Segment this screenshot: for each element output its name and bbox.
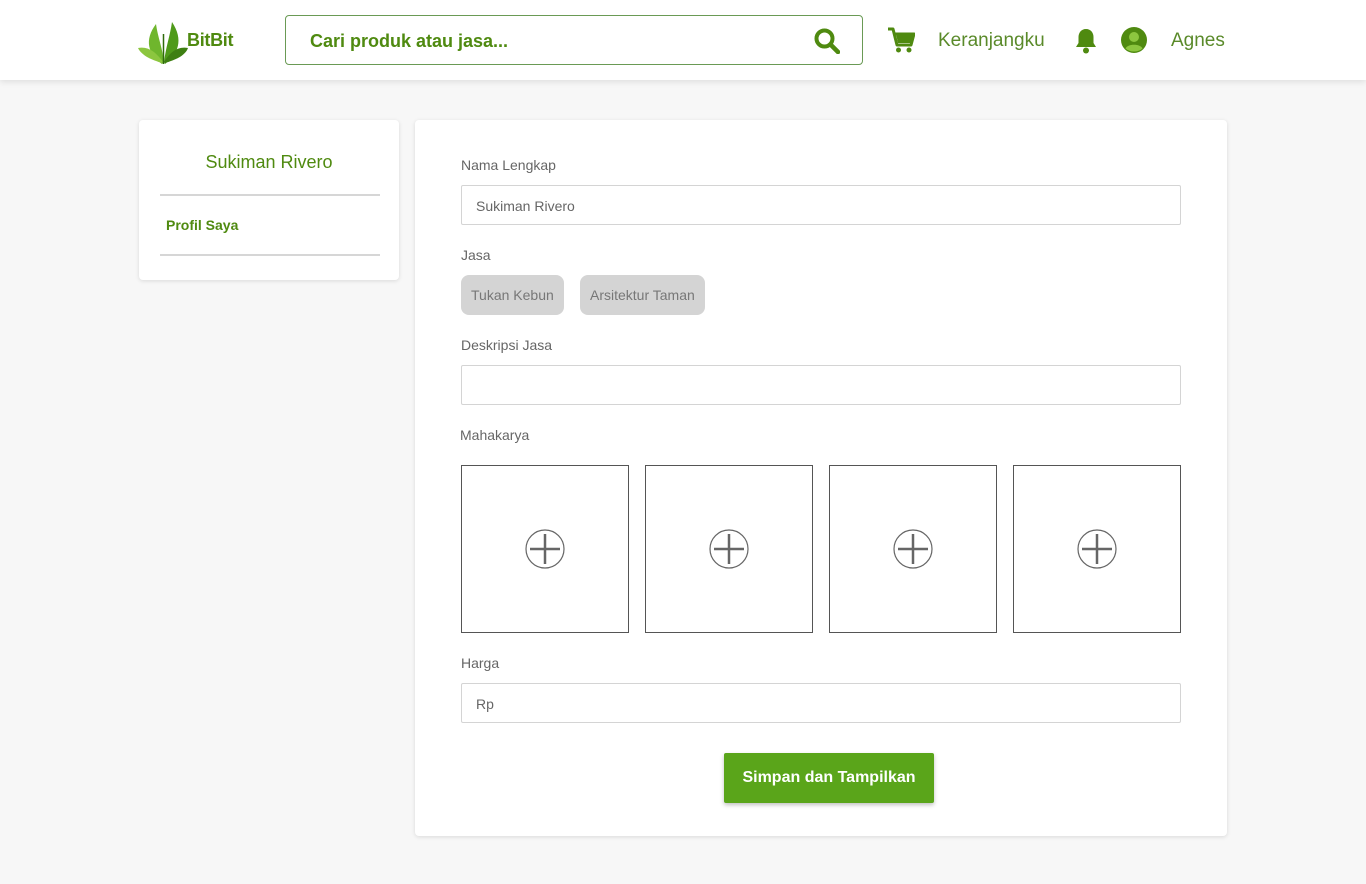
service-chip-tukan-kebun[interactable]: Tukan Kebun (461, 275, 564, 315)
add-circle-icon (709, 529, 749, 569)
logo[interactable]: BitBit (138, 14, 238, 66)
add-circle-icon (893, 529, 933, 569)
cart-link[interactable]: Keranjangku (938, 30, 1045, 52)
save-and-publish-button[interactable]: Simpan dan Tampilkan (724, 753, 934, 803)
profile-sidebar: Sukiman Rivero Profil Saya (139, 120, 399, 280)
full-name-label: Nama Lengkap (461, 157, 556, 173)
portfolio-upload-slot[interactable] (1013, 465, 1181, 633)
full-name-field-box (461, 185, 1181, 225)
service-form-card: Nama Lengkap Jasa Tukan Kebun Arsitektur… (415, 120, 1227, 836)
sidebar-item-profil-saya[interactable]: Profil Saya (166, 217, 238, 233)
user-avatar-icon[interactable] (1121, 27, 1147, 53)
logo-text: BitBit (187, 30, 234, 50)
divider (160, 194, 380, 196)
divider (160, 254, 380, 256)
price-field-box (461, 683, 1181, 723)
top-navigation-bar: BitBit Keranjangku Agnes (0, 0, 1366, 80)
service-chip-arsitektur-taman[interactable]: Arsitektur Taman (580, 275, 705, 315)
description-label: Deskripsi Jasa (461, 337, 553, 353)
search-bar (285, 15, 863, 65)
user-name[interactable]: Agnes (1171, 30, 1225, 52)
portfolio-upload-slot[interactable] (645, 465, 813, 633)
portfolio-upload-slot[interactable] (461, 465, 629, 633)
portfolio-upload-slot[interactable] (829, 465, 997, 633)
portfolio-label: Mahakarya (460, 427, 530, 443)
description-input[interactable] (476, 376, 1156, 396)
price-input[interactable] (476, 694, 1156, 714)
description-field-box (461, 365, 1181, 405)
add-circle-icon (525, 529, 565, 569)
add-circle-icon (1077, 529, 1117, 569)
sidebar-user-name: Sukiman Rivero (205, 152, 333, 172)
price-label: Harga (461, 655, 500, 671)
search-input[interactable] (310, 28, 790, 54)
leaf-logo-icon (138, 22, 188, 64)
search-icon[interactable] (814, 28, 840, 54)
services-label: Jasa (461, 247, 491, 263)
cart-icon[interactable] (887, 26, 915, 54)
bell-icon[interactable] (1074, 27, 1098, 54)
full-name-input[interactable] (476, 196, 1156, 216)
